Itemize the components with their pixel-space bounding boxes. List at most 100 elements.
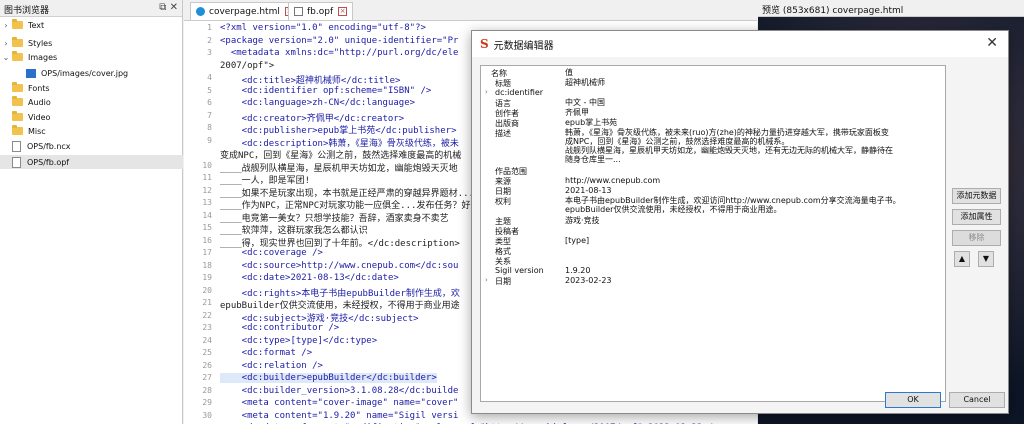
expand-icon[interactable]: ›	[485, 276, 488, 284]
add-metadata-button[interactable]: 添加元数据	[952, 188, 1001, 204]
code-line[interactable]: <dc:date>2021-08-13</dc:date>	[220, 273, 399, 283]
tree-item[interactable]: › Text	[0, 18, 183, 32]
line-number: 23	[202, 323, 212, 332]
code-line[interactable]: <dc:subject>游戏·竞技</dc:subject>	[220, 311, 419, 324]
line-number: 22	[202, 310, 212, 320]
tab-bar: coverpage.html × fb.opf ×	[184, 0, 757, 21]
tree-item-label: Video	[28, 112, 51, 122]
line-number: 15	[202, 223, 212, 232]
line-number: 1	[207, 23, 212, 32]
code-line[interactable]: ____得，现实世界也回到了十年前。</dc:description>	[220, 236, 460, 249]
book-browser-panel: 图书浏览器 ⧉ ✕ › Text › Styles ⌄ Images OPS/images/…	[0, 0, 183, 424]
code-line[interactable]: ____一人，即是军团!	[220, 173, 310, 186]
line-number: 14	[202, 210, 212, 220]
tree-item[interactable]: Fonts	[0, 81, 183, 95]
code-line[interactable]: <dc:language>zh-CN</dc:language>	[220, 98, 415, 108]
code-line[interactable]: <metadata xmlns:dc="http://purl.org/dc/e…	[220, 48, 459, 58]
metadata-value[interactable]: 韩萧，《星海》骨灰级代练，被未来(ruo)方(zhe)的神秘力量扔进穿越大军，携…	[565, 128, 941, 164]
code-line[interactable]: <dc:publisher>epub掌上书苑</dc:publisher>	[220, 123, 457, 136]
metadata-name: dc:identifier	[495, 88, 544, 97]
line-number: 11	[202, 173, 212, 182]
code-line[interactable]: <dc:builder_version>3.1.08.28</dc:builde	[220, 386, 459, 396]
add-property-button[interactable]: 添加属性	[952, 209, 1001, 225]
metadata-value[interactable]: 2021-08-13	[565, 186, 941, 195]
metadata-value[interactable]: http://www.cnepub.com	[565, 176, 941, 185]
tree-item[interactable]: ⌄ Images	[0, 50, 183, 64]
tab-coverpage[interactable]: coverpage.html ×	[190, 2, 300, 20]
code-line[interactable]: <dc:rights>本电子书由epubBuilder制作生成，欢	[220, 286, 460, 299]
line-number: 18	[202, 260, 212, 270]
file-icon	[12, 156, 21, 168]
tree-item[interactable]: OPS/fb.ncx	[0, 139, 183, 153]
folder-icon	[12, 19, 23, 29]
panel-float-close-icons[interactable]: ⧉ ✕	[159, 2, 178, 13]
move-down-button[interactable]: ▼	[978, 251, 994, 267]
code-line[interactable]: <dc:title>超神机械师</dc:title>	[220, 73, 401, 86]
tab-fb-opf[interactable]: fb.opf ×	[288, 2, 354, 20]
move-up-button[interactable]: ▲	[954, 251, 970, 267]
code-line[interactable]: ____如果不是玩家出现，本书就是正经严肃的穿越异界题材...	[220, 186, 474, 199]
metadata-value[interactable]: 1.9.20	[565, 266, 941, 275]
chevron-icon[interactable]: ›	[0, 39, 12, 48]
line-number: 5	[207, 85, 212, 95]
metadata-value[interactable]: 游戏·竞技	[565, 216, 941, 225]
code-line[interactable]: <package version="2.0" unique-identifier…	[220, 36, 458, 46]
code-line[interactable]: <?xml version="1.0" encoding="utf-8"?>	[220, 23, 426, 33]
tree-item-label: Fonts	[28, 83, 50, 93]
tree-item[interactable]: OPS/fb.opf	[0, 155, 183, 169]
code-line[interactable]: ____电竞第一美女？只想学技能？吾辞，酒家卖身不卖艺	[220, 211, 449, 224]
code-line[interactable]: <dc:format />	[220, 348, 312, 358]
line-number: 17	[202, 248, 212, 257]
cancel-button[interactable]: Cancel	[949, 392, 1005, 408]
code-line[interactable]: <dc:coverage />	[220, 248, 323, 258]
line-number: 3	[207, 48, 212, 57]
metadata-value[interactable]: epub掌上书苑	[565, 118, 941, 127]
metadata-name: 权利	[495, 197, 511, 206]
remove-button[interactable]: 移除	[952, 230, 1001, 246]
code-line[interactable]: <dc:relation />	[220, 361, 323, 371]
preview-title: 预览 (853x681) coverpage.html	[758, 0, 1024, 17]
tree-item[interactable]: › Styles	[0, 36, 183, 50]
code-line[interactable]: 变成NPC，回到《星海》公测之前，鼓然选择难度最高的机械	[220, 148, 461, 161]
line-number: 16	[202, 235, 212, 245]
code-line[interactable]: <dc:contributor />	[220, 323, 340, 333]
code-line[interactable]: <dc:identifier opf:scheme="ISBN" />	[220, 86, 432, 96]
metadata-value[interactable]: 齐佩甲	[565, 108, 941, 117]
tree-item[interactable]: Misc	[0, 124, 183, 138]
code-line[interactable]: ____作为NPC，正常NPC对玩家功能一应俱全...发布任务？好	[220, 198, 470, 211]
code-line[interactable]: <meta content="cover-image" name="cover"	[220, 398, 459, 408]
code-line[interactable]: ____战舰列队横星海，星辰机甲天坊如龙，幽能炮毁天灭地	[220, 161, 458, 174]
code-line[interactable]: <dc:description>韩萧，《星海》骨灰级代练，被未	[220, 136, 459, 149]
metadata-name: Sigil version	[495, 266, 544, 275]
code-line[interactable]: <dc:source>http://www.cnepub.com</dc:sou	[220, 261, 459, 271]
chevron-icon[interactable]: ›	[0, 21, 12, 30]
close-icon[interactable]: ✕	[986, 35, 998, 51]
code-line[interactable]: <meta content="1.9.20" name="Sigil versi	[220, 411, 459, 421]
line-number: 30	[202, 410, 212, 420]
metadata-value[interactable]: 2023-02-23	[565, 276, 941, 285]
metadata-table[interactable]: 名称 值 标题 超神机械师 › dc:identifier 语言 中文 - 中国 创作者 齐佩…	[480, 65, 946, 402]
dialog-title: 元数据编辑器	[493, 40, 554, 52]
tree-item[interactable]: Video	[0, 110, 183, 124]
code-line[interactable]: 2007/opf">	[220, 61, 274, 71]
tree-item[interactable]: OPS/images/cover.jpg	[0, 66, 183, 80]
tab-label: fb.opf	[307, 6, 334, 17]
ok-button[interactable]: OK	[885, 392, 941, 408]
chevron-icon[interactable]: ⌄	[0, 53, 12, 62]
metadata-value[interactable]: 中文 - 中国	[565, 98, 941, 107]
code-line[interactable]: <dc:creator>齐佩甲</dc:creator>	[220, 111, 404, 124]
metadata-value[interactable]: [type]	[565, 236, 941, 245]
metadata-value[interactable]: 本电子书由epubBuilder制作生成，欢迎访问http://www.cnep…	[565, 196, 941, 214]
tree-item[interactable]: Audio	[0, 95, 183, 109]
code-line[interactable]: <dc:builder>epubBuilder</dc:builder>	[220, 373, 437, 383]
code-line[interactable]: epubBuilder仅供交流使用，未经授权，不得用于商业用途	[220, 298, 460, 311]
close-icon[interactable]: ×	[338, 7, 348, 16]
code-line[interactable]: ____软萍萍，这群玩家我怎么都认识	[220, 223, 368, 236]
tree-item-label: Misc	[28, 126, 46, 136]
metadata-name: 日期	[495, 277, 511, 286]
code-line[interactable]: <dc:type>[type]</dc:type>	[220, 336, 377, 346]
metadata-value[interactable]: 超神机械师	[565, 78, 941, 87]
line-number: 9	[207, 135, 212, 145]
expand-icon[interactable]: ›	[485, 88, 488, 96]
tree-item-label: OPS/fb.opf	[27, 157, 70, 167]
